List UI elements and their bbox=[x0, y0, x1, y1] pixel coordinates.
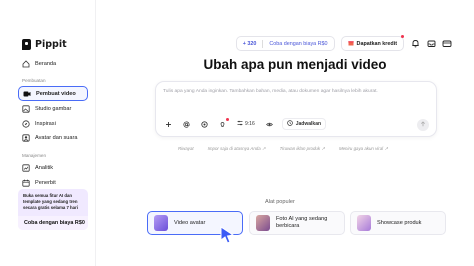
tool-card-label: Foto AI yang sedang berbicara bbox=[276, 216, 328, 229]
wallet-icon[interactable] bbox=[442, 39, 452, 49]
topbar: + 320 Coba dengan biaya R$0 Dapatkan kre… bbox=[235, 35, 452, 51]
tool-card-talking-photo[interactable]: Foto AI yang sedang berbicara bbox=[249, 211, 345, 235]
promo-text: Buka semua fitur AI dan template yang se… bbox=[23, 193, 78, 210]
notification-dot bbox=[401, 35, 404, 38]
video-camera-icon bbox=[23, 90, 31, 98]
gift-icon bbox=[347, 40, 354, 48]
sidebar-item-label: Studio gambar bbox=[35, 105, 72, 112]
schedule-label: Jadwalkan bbox=[295, 121, 322, 127]
video-avatar-thumbnail bbox=[154, 215, 168, 231]
sidebar-item-inspiration[interactable]: Inspirasi bbox=[18, 116, 88, 131]
suggestion-item[interactable]: Meniru gaya akun viral ↗ bbox=[339, 146, 388, 152]
sidebar-item-image-studio[interactable]: Studio gambar bbox=[18, 101, 88, 116]
model-icon[interactable] bbox=[199, 119, 210, 130]
product-showcase-thumbnail bbox=[357, 215, 371, 231]
prompt-placeholder: Tulis apa yang Anda inginkan. Tambahkan … bbox=[163, 89, 378, 94]
try-free-label: Coba dengan biaya R$0 bbox=[269, 40, 328, 47]
avatar-icon bbox=[22, 133, 30, 142]
aspect-ratio-selector[interactable]: 9:16 bbox=[235, 119, 257, 130]
sidebar-item-label: Beranda bbox=[35, 60, 57, 67]
chart-icon bbox=[22, 163, 30, 172]
inbox-icon[interactable] bbox=[426, 39, 436, 49]
prompt-toolbar: 9:16 Jadwalkan bbox=[163, 117, 327, 130]
sidebar-item-analytics[interactable]: Analitik bbox=[18, 160, 88, 175]
chip-divider bbox=[262, 39, 264, 48]
suggestion-item[interactable]: Tiruwan iklan produk ↗ bbox=[280, 146, 325, 152]
sidebar-item-video-maker[interactable]: Pembuat video bbox=[18, 86, 88, 101]
upgrade-promo-card: Buka semua fitur AI dan template yang se… bbox=[18, 189, 88, 230]
settings-sliders-icon bbox=[237, 120, 243, 128]
popular-tools-title: Alat populer bbox=[265, 199, 295, 205]
credits-chip[interactable]: + 320 Coba dengan biaya R$0 bbox=[235, 36, 335, 51]
mention-icon[interactable] bbox=[181, 119, 192, 130]
tool-card-label: Video avatar bbox=[174, 220, 206, 226]
calendar-icon bbox=[22, 179, 30, 187]
image-icon bbox=[22, 104, 30, 113]
clock-icon bbox=[286, 120, 293, 128]
sidebar: Pippit Beranda Pembuatan Pembuat video S… bbox=[0, 0, 96, 266]
arrow-up-icon bbox=[420, 121, 426, 129]
prompt-box[interactable]: Tulis apa yang Anda inginkan. Tambahkan … bbox=[155, 81, 437, 137]
talking-photo-thumbnail bbox=[256, 215, 270, 231]
sidebar-item-avatar-voice[interactable]: Avatar dan suara bbox=[18, 130, 88, 145]
tool-card-label: Showcase produk bbox=[377, 220, 422, 226]
compass-icon bbox=[22, 119, 30, 128]
send-button[interactable] bbox=[417, 119, 429, 131]
section-label-creation: Pembuatan bbox=[22, 78, 46, 83]
pippit-logo-icon bbox=[22, 39, 31, 50]
sidebar-item-label: Pembuat video bbox=[36, 90, 76, 97]
sidebar-item-home[interactable]: Beranda bbox=[18, 56, 88, 71]
section-label-management: Manajemen bbox=[22, 153, 47, 158]
bell-icon[interactable] bbox=[410, 39, 420, 49]
credits-amount: + 320 bbox=[242, 40, 257, 47]
sidebar-item-label: Avatar dan suara bbox=[35, 134, 78, 141]
get-credits-button[interactable]: Dapatkan kredit bbox=[340, 35, 404, 51]
suggestion-row: Riwayat Impor saja di atasnya Anda ↗ Tir… bbox=[178, 146, 388, 152]
schedule-button[interactable]: Jadwalkan bbox=[281, 118, 327, 130]
app-name: Pippit bbox=[35, 39, 67, 50]
eye-icon[interactable] bbox=[264, 119, 275, 130]
aspect-ratio-label: 9:16 bbox=[245, 121, 255, 127]
tool-card-product-showcase[interactable]: Showcase produk bbox=[350, 211, 446, 235]
sidebar-item-label: Analitik bbox=[35, 164, 54, 171]
mouse-cursor-icon bbox=[220, 226, 235, 244]
page-title: Ubah apa pun menjadi video bbox=[203, 57, 387, 72]
get-credits-label: Dapatkan kredit bbox=[356, 40, 397, 47]
suggestion-item[interactable]: Impor saja di atasnya Anda ↗ bbox=[208, 146, 266, 152]
app-logo[interactable]: Pippit bbox=[22, 39, 67, 50]
promo-try-button[interactable]: Coba dengan biaya R$0 bbox=[18, 216, 88, 230]
idea-bulb-icon[interactable] bbox=[217, 117, 229, 130]
home-icon bbox=[22, 59, 30, 68]
sidebar-item-label: Penerbit bbox=[35, 179, 56, 186]
sidebar-item-label: Inspirasi bbox=[35, 120, 56, 127]
sidebar-item-publisher[interactable]: Penerbit bbox=[18, 175, 88, 190]
suggestion-history[interactable]: Riwayat bbox=[178, 146, 194, 152]
add-icon[interactable] bbox=[163, 119, 174, 130]
